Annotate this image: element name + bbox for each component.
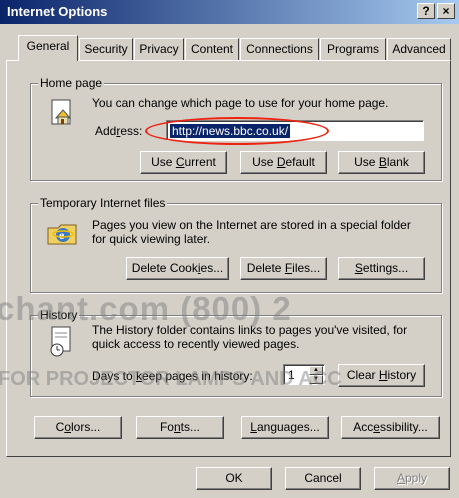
ok-button[interactable]: OK	[196, 467, 272, 490]
tab-general[interactable]: General	[18, 35, 78, 61]
temp-files-description-1: Pages you view on the Internet are store…	[92, 218, 411, 232]
tab-programs[interactable]: Programs	[320, 38, 386, 60]
tab-label: Security	[84, 42, 128, 56]
tab-privacy[interactable]: Privacy	[134, 38, 184, 60]
temp-files-group-title: Temporary Internet files	[38, 196, 168, 210]
use-current-button[interactable]: Use Current	[140, 151, 227, 174]
use-default-button[interactable]: Use Default	[240, 151, 327, 174]
use-blank-button[interactable]: Use Blank	[338, 151, 425, 174]
tab-content[interactable]: Content	[185, 38, 239, 60]
clear-history-button[interactable]: Clear History	[338, 364, 425, 387]
delete-files-button[interactable]: Delete Files...	[240, 257, 327, 280]
close-button[interactable]: ×	[437, 3, 455, 19]
accessibility-button[interactable]: Accessibility...	[341, 416, 440, 439]
tab-label: Connections	[246, 42, 313, 56]
tab-label: Advanced	[392, 42, 446, 56]
cancel-button[interactable]: Cancel	[285, 467, 361, 490]
tab-advanced[interactable]: Advanced	[387, 38, 451, 60]
tab-label: General	[26, 39, 70, 53]
fonts-button[interactable]: Fonts...	[136, 416, 224, 439]
settings-button[interactable]: Settings...	[338, 257, 425, 280]
languages-button[interactable]: Languages...	[241, 416, 329, 439]
help-button[interactable]: ?	[417, 3, 435, 19]
home-page-group-title: Home page	[38, 76, 105, 90]
apply-button[interactable]: Apply	[374, 467, 450, 490]
delete-cookies-button[interactable]: Delete Cookies...	[126, 257, 229, 280]
highlight-annotation-ellipse	[145, 117, 329, 145]
colors-button[interactable]: Colors...	[34, 416, 122, 439]
spin-down-icon[interactable]: ▼	[309, 375, 323, 384]
address-label: Address:	[95, 124, 143, 138]
history-group-title: History	[38, 308, 80, 322]
svg-text:e: e	[59, 228, 65, 242]
home-page-icon	[48, 98, 76, 128]
days-to-keep-label: Days to keep pages in history:	[92, 369, 253, 383]
tab-connections[interactable]: Connections	[240, 38, 319, 60]
tab-label: Content	[190, 42, 234, 56]
window-title: Internet Options	[7, 4, 108, 19]
ie-folder-icon: e	[46, 218, 80, 248]
tab-label: Privacy	[139, 42, 179, 56]
tab-security[interactable]: Security	[79, 38, 133, 60]
days-to-keep-spinner[interactable]: 1 ▲ ▼	[283, 364, 325, 385]
spin-up-icon[interactable]: ▲	[309, 366, 323, 375]
temp-files-description-2: for quick viewing later.	[92, 232, 211, 246]
tab-label: Programs	[326, 42, 379, 56]
history-description-2: quick access to recently viewed pages.	[92, 337, 300, 351]
history-clock-icon	[46, 325, 76, 359]
history-description-1: The History folder contains links to pag…	[92, 323, 408, 337]
days-to-keep-value: 1	[288, 368, 295, 382]
home-page-description: You can change which page to use for you…	[92, 96, 389, 110]
title-bar[interactable]: Internet Options ? ×	[0, 0, 459, 24]
